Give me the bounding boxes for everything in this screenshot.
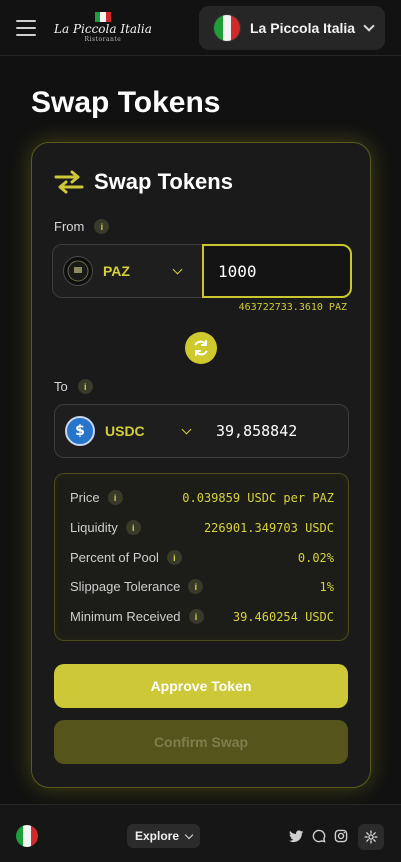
paz-token-icon <box>63 256 93 286</box>
price-value: 0.039859 USDC per PAZ <box>182 490 334 505</box>
slippage-label: Slippage Tolerance <box>70 579 181 594</box>
from-amount-input[interactable] <box>202 244 352 298</box>
swap-details-panel: Price i 0.039859 USDC per PAZ Liquidity i … <box>54 473 349 641</box>
to-label: To <box>54 379 68 394</box>
explore-label: Explore <box>134 829 179 843</box>
approve-token-button[interactable]: Approve Token <box>54 664 348 708</box>
swap-direction-button[interactable] <box>185 332 217 364</box>
usdc-token-icon: $ <box>65 416 95 446</box>
liquidity-value: 226901.349703 USDC <box>203 520 334 535</box>
info-icon[interactable]: i <box>125 520 141 535</box>
account-name: La Piccola Italia <box>250 19 356 36</box>
refresh-icon <box>194 340 208 356</box>
info-icon[interactable]: i <box>188 609 204 624</box>
to-token-name: USDC <box>105 423 145 439</box>
chevron-down-icon <box>172 264 183 274</box>
slippage-row: Slippage Tolerance i 1% <box>70 579 334 594</box>
twitter-icon[interactable] <box>288 828 304 844</box>
info-icon[interactable]: i <box>107 490 123 505</box>
from-token-select[interactable]: PAZ <box>63 256 183 286</box>
info-icon[interactable]: i <box>77 379 93 394</box>
from-label: From <box>54 219 85 234</box>
from-balance: 463722733.3610 PAZ <box>238 302 347 313</box>
brand-logo[interactable]: La Piccola Italia Ristorante <box>54 12 152 43</box>
minimum-received-value: 39.460254 USDC <box>232 609 334 624</box>
explore-dropdown[interactable]: Explore <box>127 824 200 848</box>
to-token-box: $ USDC 39,858842 <box>54 404 349 458</box>
minimum-received-row: Minimum Received i 39.460254 USDC <box>70 609 334 624</box>
confirm-swap-button[interactable]: Confirm Swap <box>54 720 348 764</box>
footer-bar: Explore <box>0 804 401 862</box>
chevron-down-icon <box>181 424 192 434</box>
chat-icon[interactable] <box>311 828 327 844</box>
pool-percent-row: Percent of Pool i 0.02% <box>70 550 334 565</box>
liquidity-row: Liquidity i 226901.349703 USDC <box>70 520 334 535</box>
italy-flag-icon <box>213 13 241 42</box>
pool-percent-value: 0.02% <box>297 550 334 565</box>
info-icon[interactable]: i <box>188 579 204 594</box>
info-icon[interactable]: i <box>166 550 182 565</box>
settings-button[interactable] <box>358 824 384 850</box>
italy-flag-icon[interactable] <box>16 825 38 847</box>
pool-percent-label: Percent of Pool <box>70 550 159 565</box>
instagram-icon[interactable] <box>333 828 349 844</box>
from-token-name: PAZ <box>103 263 130 279</box>
from-token-box: PAZ <box>52 244 352 298</box>
price-label: Price <box>70 490 100 505</box>
price-row: Price i 0.039859 USDC per PAZ <box>70 490 334 505</box>
minimum-received-label: Minimum Received <box>70 609 181 624</box>
chevron-down-icon <box>363 19 375 32</box>
brand-flag-icon <box>94 12 111 22</box>
from-label-row: From i <box>54 219 110 234</box>
page-title: Swap Tokens <box>31 86 221 119</box>
info-icon[interactable]: i <box>94 219 110 234</box>
menu-icon[interactable] <box>16 19 36 36</box>
liquidity-label: Liquidity <box>70 520 118 535</box>
brand-subtitle: Ristorante <box>84 36 122 43</box>
card-header: Swap Tokens <box>54 169 233 195</box>
swap-card: Swap Tokens From i PAZ 463722733.3610 PA… <box>31 142 371 788</box>
swap-arrows-icon <box>54 170 84 194</box>
to-token-select[interactable]: $ USDC <box>65 416 192 446</box>
card-title: Swap Tokens <box>94 169 233 194</box>
chevron-down-icon <box>184 830 194 839</box>
to-label-row: To i <box>54 379 93 394</box>
top-bar: La Piccola Italia Ristorante La Piccola … <box>0 0 401 56</box>
account-switcher-button[interactable]: La Piccola Italia <box>199 5 385 50</box>
to-amount: 39,858842 <box>216 422 298 440</box>
slippage-value: 1% <box>319 579 334 594</box>
brand-name: La Piccola Italia <box>54 22 152 36</box>
gear-icon <box>364 830 378 844</box>
